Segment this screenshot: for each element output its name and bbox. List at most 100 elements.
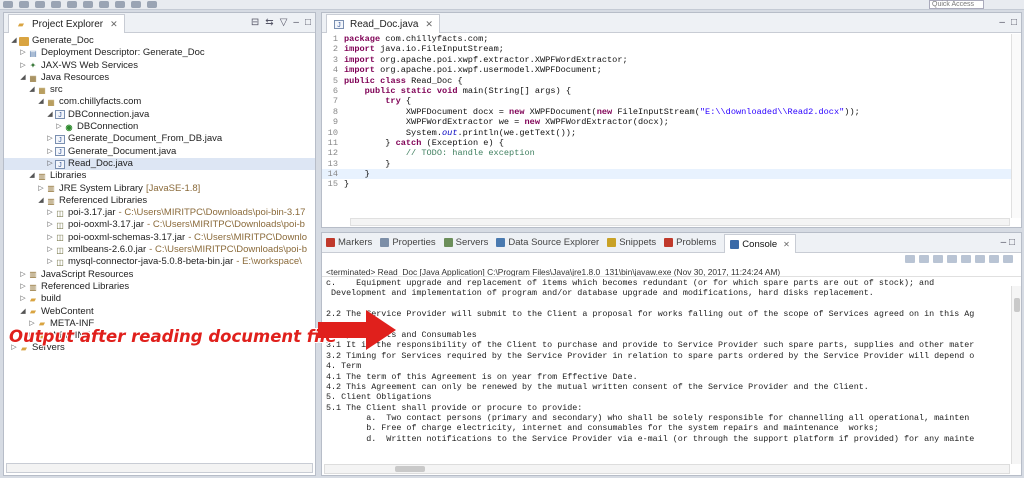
code-line[interactable]: 6 public static void main(String[] args)… bbox=[322, 86, 1012, 96]
toolbar-icon[interactable] bbox=[115, 1, 125, 8]
tab-servers[interactable]: Servers bbox=[443, 237, 488, 248]
tab-snippets[interactable]: Snippets bbox=[607, 237, 656, 248]
expanded-arrow-icon[interactable]: ◢ bbox=[28, 170, 36, 182]
quick-access-field[interactable]: Quick Access bbox=[929, 0, 984, 9]
console-horizontal-scrollbar[interactable] bbox=[324, 464, 1010, 474]
code-line[interactable]: 4 import org.apache.poi.xwpf.usermodel.XW… bbox=[322, 65, 1012, 75]
tree-item[interactable]: ▷ ▥ Referenced Libraries bbox=[4, 281, 315, 293]
word-wrap-icon[interactable] bbox=[961, 255, 971, 263]
maximize-icon[interactable]: □ bbox=[1009, 237, 1015, 248]
toolbar-icon[interactable] bbox=[131, 1, 141, 8]
collapsed-arrow-icon[interactable]: ▷ bbox=[19, 60, 27, 72]
tree-item[interactable]: ▷ J Generate_Document.java bbox=[4, 146, 315, 158]
toolbar-icon[interactable] bbox=[35, 1, 45, 8]
close-icon[interactable]: ✕ bbox=[110, 19, 118, 30]
tree-item[interactable]: ▷ ◫ poi-ooxml-3.17.jar - C:\Users\MIRITPC\D… bbox=[4, 219, 315, 231]
close-icon[interactable]: ✕ bbox=[783, 240, 790, 249]
expanded-arrow-icon[interactable]: ◢ bbox=[10, 35, 18, 47]
editor-vertical-scrollbar[interactable] bbox=[1011, 34, 1021, 218]
toolbar-icon[interactable] bbox=[3, 1, 13, 8]
code-line[interactable]: 1 package com.chillyfacts.com; bbox=[322, 34, 1012, 44]
editor-tab-read-doc[interactable]: J Read_Doc.java ✕ bbox=[326, 14, 440, 33]
tree-item[interactable]: ◢ ▦ Java Resources bbox=[4, 72, 315, 84]
toolbar-icon[interactable] bbox=[99, 1, 109, 8]
expanded-arrow-icon[interactable]: ◢ bbox=[37, 96, 45, 108]
tree-item[interactable]: ◢ J DBConnection.java bbox=[4, 109, 315, 121]
scrollbar-thumb[interactable] bbox=[395, 466, 425, 472]
clear-console-icon[interactable] bbox=[933, 255, 943, 263]
code-line[interactable]: 8 XWPFDocument docx = new XWPFDocument(n… bbox=[322, 107, 1012, 117]
tree-item[interactable]: ▷ J Generate_Document_From_DB.java bbox=[4, 133, 315, 145]
code-area[interactable]: 1 package com.chillyfacts.com; 2 import jav… bbox=[322, 34, 1012, 218]
toolbar-icon[interactable] bbox=[147, 1, 157, 8]
expanded-arrow-icon[interactable]: ◢ bbox=[28, 84, 36, 96]
collapsed-arrow-icon[interactable]: ▷ bbox=[19, 269, 27, 281]
collapsed-arrow-icon[interactable]: ▷ bbox=[46, 158, 54, 170]
collapsed-arrow-icon[interactable]: ▷ bbox=[19, 281, 27, 293]
collapsed-arrow-icon[interactable]: ▷ bbox=[46, 244, 54, 256]
tree-item[interactable]: ▷ ◉ DBConnection bbox=[4, 121, 315, 133]
tree-item[interactable]: ◢ ▥ Libraries bbox=[4, 170, 315, 182]
code-line[interactable]: 9 XWPFWordExtractor we = new XWPFWordExt… bbox=[322, 117, 1012, 127]
toolbar-icon[interactable] bbox=[19, 1, 29, 8]
tab-data-source-explorer[interactable]: Data Source Explorer bbox=[496, 237, 599, 248]
tree-item[interactable]: ◢ ▰ WebContent bbox=[4, 306, 315, 318]
tree-item[interactable]: ▷ J Read_Doc.java bbox=[4, 157, 315, 171]
collapsed-arrow-icon[interactable]: ▷ bbox=[46, 256, 54, 268]
tab-markers[interactable]: Markers bbox=[326, 237, 372, 248]
minimize-icon[interactable]: – bbox=[1001, 237, 1007, 248]
scrollbar-thumb[interactable] bbox=[1014, 298, 1020, 312]
code-line[interactable]: 14 } bbox=[322, 169, 1012, 180]
code-line[interactable]: 2 import java.io.FileInputStream; bbox=[322, 44, 1012, 54]
tree-item[interactable]: ▷ ◫ poi-3.17.jar - C:\Users\MIRITPC\Downloa… bbox=[4, 207, 315, 219]
maximize-icon[interactable]: □ bbox=[305, 17, 311, 28]
toolbar-icon[interactable] bbox=[67, 1, 77, 8]
tree-item[interactable]: ▷ ▰ build bbox=[4, 293, 315, 305]
collapsed-arrow-icon[interactable]: ▷ bbox=[46, 207, 54, 219]
console-vertical-scrollbar[interactable] bbox=[1011, 286, 1021, 464]
code-line[interactable]: 12 // TODO: handle exception bbox=[322, 148, 1012, 158]
tree-item[interactable]: ▷ ◫ mysql-connector-java-5.0.8-beta-bin.ja… bbox=[4, 256, 315, 268]
tree-item[interactable]: ◢ ▥ Referenced Libraries bbox=[4, 195, 315, 207]
tree-item[interactable]: ◢ ▦ com.chillyfacts.com bbox=[4, 96, 315, 108]
collapsed-arrow-icon[interactable]: ▷ bbox=[46, 133, 54, 145]
code-line[interactable]: 3 import org.apache.poi.xwpf.extractor.XW… bbox=[322, 55, 1012, 65]
tree-item[interactable]: ▷ ◫ poi-ooxml-schemas-3.17.jar - C:\Users\M… bbox=[4, 232, 315, 244]
code-line[interactable]: 10 System.out.println(we.getText()); bbox=[322, 128, 1012, 138]
tree-item[interactable]: ▷ ▥ JavaScript Resources bbox=[4, 269, 315, 281]
code-line[interactable]: 13 } bbox=[322, 159, 1012, 169]
collapsed-arrow-icon[interactable]: ▷ bbox=[19, 47, 27, 59]
maximize-icon[interactable]: □ bbox=[1011, 17, 1017, 28]
project-explorer-tab[interactable]: ▰ Project Explorer ✕ bbox=[8, 14, 125, 33]
expanded-arrow-icon[interactable]: ◢ bbox=[19, 72, 27, 84]
scroll-lock-icon[interactable] bbox=[947, 255, 957, 263]
code-line[interactable]: 5 public class Read_Doc { bbox=[322, 76, 1012, 86]
tree-item[interactable]: ◢ Generate_Doc bbox=[4, 35, 315, 47]
code-line[interactable]: 15} bbox=[322, 179, 1012, 189]
console-output[interactable]: c. Equipment upgrade and replacement of … bbox=[322, 277, 1012, 445]
tab-properties[interactable]: Properties bbox=[380, 237, 436, 248]
tree-item[interactable]: ▷ ◫ xmlbeans-2.6.0.jar - C:\Users\MIRITPC\D… bbox=[4, 244, 315, 256]
expanded-arrow-icon[interactable]: ◢ bbox=[37, 195, 45, 207]
collapsed-arrow-icon[interactable]: ▷ bbox=[46, 219, 54, 231]
tab-problems[interactable]: Problems bbox=[664, 237, 716, 248]
tree-item[interactable]: ▷ ✦ JAX-WS Web Services bbox=[4, 60, 315, 72]
editor-horizontal-scrollbar[interactable] bbox=[350, 218, 1010, 226]
minimize-icon[interactable]: – bbox=[293, 17, 299, 28]
collapsed-arrow-icon[interactable]: ▷ bbox=[55, 121, 63, 133]
tree-item[interactable]: ▷ ▤ Deployment Descriptor: Generate_Doc bbox=[4, 47, 315, 59]
toolbar-icon[interactable] bbox=[51, 1, 61, 8]
expanded-arrow-icon[interactable]: ◢ bbox=[46, 109, 54, 121]
tree-item[interactable]: ◢ ▦ src bbox=[4, 84, 315, 96]
collapsed-arrow-icon[interactable]: ▷ bbox=[37, 183, 45, 195]
pin-console-icon[interactable] bbox=[975, 255, 985, 263]
minimize-icon[interactable]: – bbox=[999, 17, 1005, 28]
display-console-icon[interactable] bbox=[989, 255, 999, 263]
view-menu-icon[interactable]: ▽ bbox=[280, 17, 288, 28]
remove-launch-icon[interactable] bbox=[919, 255, 929, 263]
collapse-all-icon[interactable]: ⊟ bbox=[251, 17, 259, 28]
collapsed-arrow-icon[interactable]: ▷ bbox=[46, 232, 54, 244]
toolbar-icon[interactable] bbox=[83, 1, 93, 8]
open-console-icon[interactable] bbox=[1003, 255, 1013, 263]
collapsed-arrow-icon[interactable]: ▷ bbox=[46, 146, 54, 158]
